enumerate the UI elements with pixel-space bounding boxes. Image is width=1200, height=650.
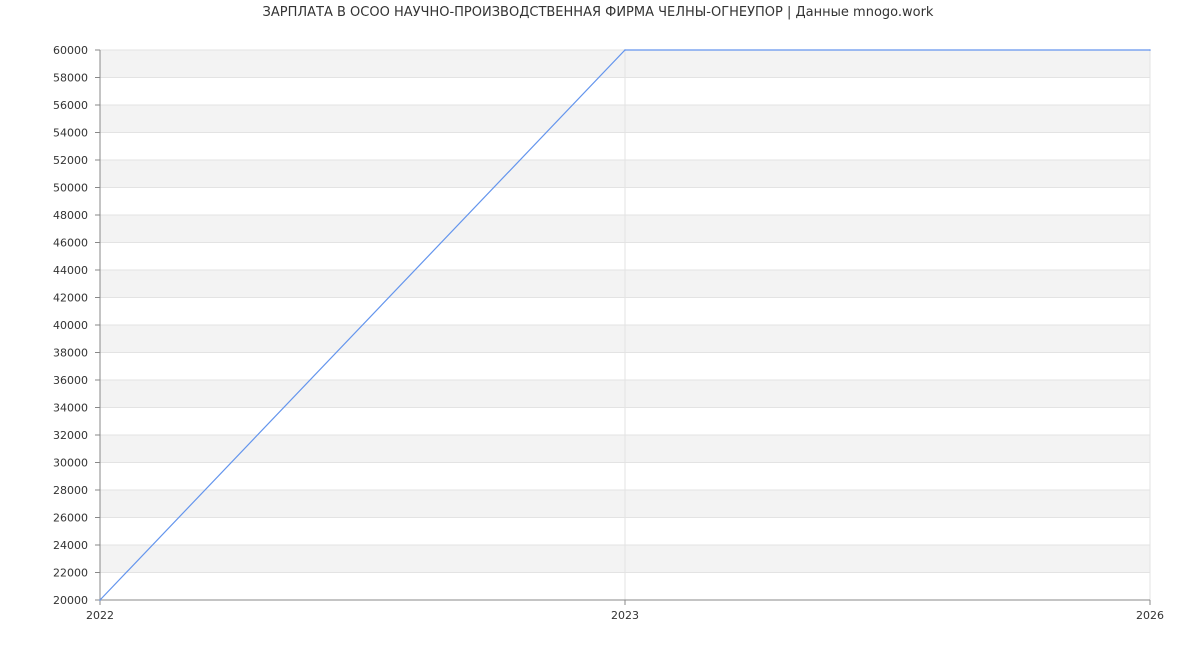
y-tick-label: 22000	[53, 567, 88, 580]
y-tick-label: 58000	[53, 72, 88, 85]
chart-title: ЗАРПЛАТА В ОСОО НАУЧНО-ПРОИЗВОДСТВЕННАЯ …	[263, 5, 934, 20]
x-axis-tick-labels: 2022 2023 2026	[86, 609, 1164, 622]
y-tick-label: 26000	[53, 512, 88, 525]
y-tick-label: 40000	[53, 319, 88, 332]
horizontal-gridlines	[95, 49, 1150, 601]
y-tick-label: 20000	[53, 594, 88, 607]
y-tick-label: 48000	[53, 209, 88, 222]
y-tick-label: 56000	[53, 99, 88, 112]
x-tick-label: 2023	[611, 609, 639, 622]
series-point	[1149, 49, 1151, 51]
salary-line-chart: ЗАРПЛАТА В ОСОО НАУЧНО-ПРОИЗВОДСТВЕННАЯ …	[53, 5, 1164, 622]
y-tick-label: 44000	[53, 264, 88, 277]
y-tick-label: 36000	[53, 374, 88, 387]
y-tick-label: 42000	[53, 292, 88, 305]
y-tick-label: 38000	[53, 347, 88, 360]
series-point	[624, 49, 626, 51]
x-tick-label: 2022	[86, 609, 114, 622]
y-tick-label: 28000	[53, 484, 88, 497]
y-tick-label: 60000	[53, 44, 88, 57]
y-tick-label: 50000	[53, 182, 88, 195]
y-tick-label: 24000	[53, 539, 88, 552]
x-tick-label: 2026	[1136, 609, 1164, 622]
y-axis-tick-labels: 20000 22000 24000 26000 28000 30000 32000 34000…	[53, 44, 88, 607]
y-tick-label: 54000	[53, 127, 88, 140]
y-tick-label: 30000	[53, 457, 88, 470]
y-tick-label: 32000	[53, 429, 88, 442]
y-tick-label: 52000	[53, 154, 88, 167]
y-tick-label: 34000	[53, 402, 88, 415]
series-point	[99, 599, 101, 601]
y-tick-label: 46000	[53, 237, 88, 250]
